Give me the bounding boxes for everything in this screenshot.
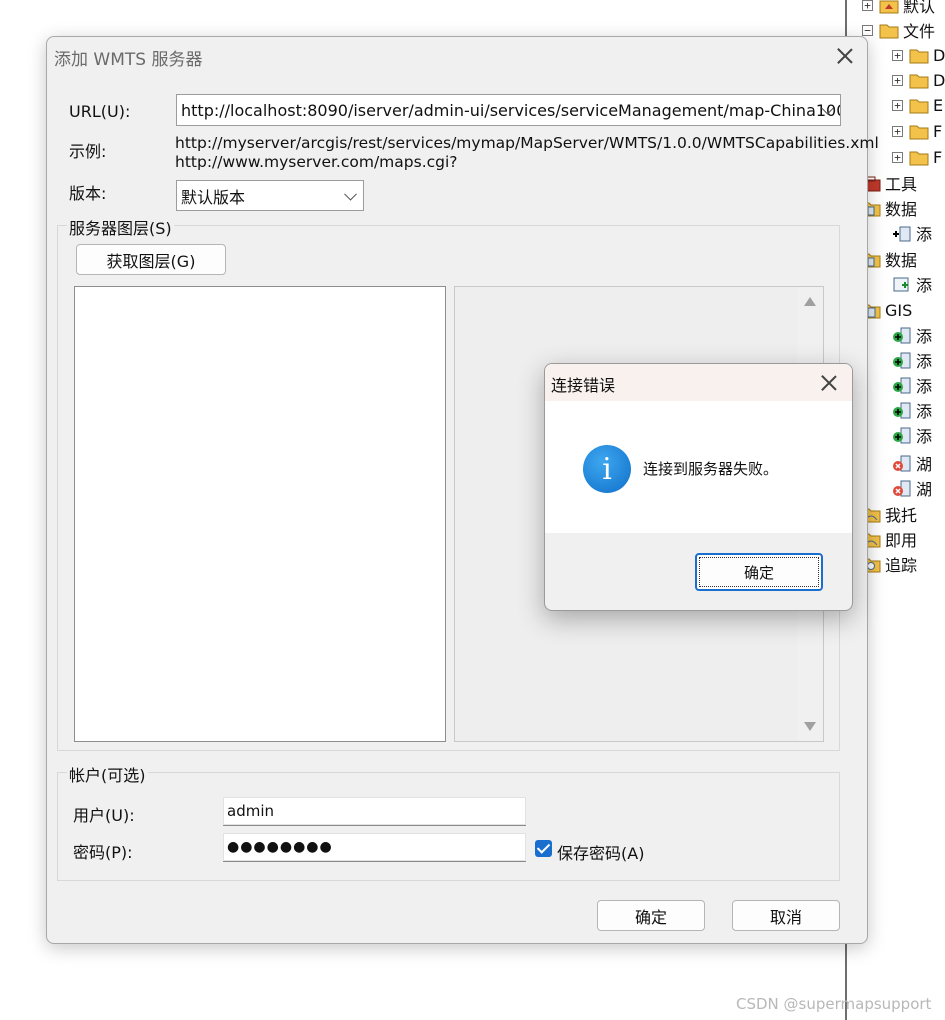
- tree-item[interactable]: + E: [892, 94, 943, 116]
- tree-item[interactable]: + D: [892, 44, 945, 66]
- collapse-icon[interactable]: −: [862, 24, 873, 36]
- tree-item[interactable]: + D: [892, 69, 945, 91]
- tree-item-label: 即用: [885, 531, 918, 550]
- folder-icon: [909, 149, 929, 166]
- user-value: admin: [227, 802, 274, 820]
- ok-button[interactable]: 确定: [597, 900, 705, 931]
- tree-item-label: 添: [916, 427, 933, 446]
- tree-item-label: F: [933, 121, 943, 141]
- folder-icon: [879, 22, 899, 39]
- popup-close-icon[interactable]: [819, 373, 839, 393]
- tree-item[interactable]: + F: [892, 146, 942, 168]
- version-value: 默认版本: [181, 187, 246, 207]
- error-message: 连接到服务器失败。: [643, 460, 779, 478]
- tree-item-label: 我托: [885, 506, 918, 525]
- tree-item[interactable]: 添: [892, 399, 932, 421]
- tree-item-label: D: [933, 70, 945, 90]
- chevron-down-icon[interactable]: [344, 187, 357, 201]
- server-error-icon: [892, 480, 912, 497]
- add-server-icon: [892, 377, 912, 394]
- layer-list[interactable]: [74, 286, 446, 742]
- tree-item-label: GIS: [885, 300, 913, 320]
- tree-item[interactable]: 添: [892, 222, 932, 244]
- url-value: http://localhost:8090/iserver/admin-ui/s…: [181, 100, 841, 120]
- tree-item-label: 湖: [916, 455, 933, 474]
- expand-icon[interactable]: +: [892, 125, 903, 137]
- folder-icon: [909, 123, 929, 140]
- folder-icon: [909, 97, 929, 114]
- tree-item[interactable]: 添: [892, 273, 932, 295]
- user-input[interactable]: admin: [223, 797, 526, 826]
- watermark: CSDN @supermapsupport: [736, 995, 932, 1013]
- tree-item[interactable]: + 默认: [862, 0, 935, 16]
- expand-icon[interactable]: +: [892, 74, 903, 86]
- add-server-icon: [892, 427, 912, 444]
- dialog-title: 添加 WMTS 服务器: [54, 50, 203, 70]
- account-legend: 帐户(可选): [67, 762, 148, 786]
- popup-body: i 连接到服务器失败。: [545, 401, 852, 533]
- home-folder-icon: [879, 0, 899, 14]
- tree-item-label: 文件: [903, 22, 936, 41]
- dialog-close-icon[interactable]: [835, 46, 855, 66]
- example-label: 示例:: [69, 142, 107, 161]
- save-password-label[interactable]: 保存密码(A): [557, 840, 644, 864]
- tree-item-label: 添: [916, 225, 933, 244]
- scroll-down-icon[interactable]: [804, 722, 816, 731]
- tree-item-label: 添: [916, 352, 933, 371]
- server-layers-legend: 服务器图层(S): [67, 215, 174, 239]
- tree-item-label: 湖: [916, 480, 933, 499]
- password-label: 密码(P):: [73, 843, 133, 862]
- tree-item-label: F: [933, 147, 943, 167]
- popup-title: 连接错误: [551, 376, 616, 395]
- add-server-icon: [892, 402, 912, 419]
- tree-item-label: 默认: [903, 0, 936, 16]
- tree-item-label: D: [933, 45, 945, 65]
- server-error-icon: [892, 455, 912, 472]
- popup-ok-button[interactable]: 确定: [695, 553, 823, 591]
- tree-item-label: E: [933, 95, 944, 115]
- save-password-checkbox[interactable]: [535, 840, 552, 857]
- add-database-icon: [892, 225, 912, 242]
- tree-item-label: 数据: [885, 251, 918, 270]
- url-combobox[interactable]: http://localhost:8090/iserver/admin-ui/s…: [176, 94, 841, 126]
- tree-item[interactable]: + F: [892, 120, 942, 142]
- example-url-2: http://www.myserver.com/maps.cgi?: [175, 153, 458, 171]
- password-input[interactable]: ●●●●●●●●: [223, 833, 526, 862]
- tree-item-label: 添: [916, 402, 933, 421]
- folder-icon: [909, 47, 929, 64]
- account-group: [57, 772, 840, 881]
- tree-item[interactable]: 湖: [892, 477, 932, 499]
- tree-item[interactable]: 添: [892, 374, 932, 396]
- tree-item[interactable]: 添: [892, 349, 932, 371]
- password-value: ●●●●●●●●: [227, 839, 333, 855]
- expand-icon[interactable]: +: [892, 151, 903, 163]
- add-connection-icon: [892, 276, 912, 293]
- example-url-1: http://myserver/arcgis/rest/services/mym…: [175, 134, 879, 152]
- tree-item[interactable]: 添: [892, 424, 932, 446]
- tree-item-label: 追踪: [885, 556, 918, 575]
- info-icon: i: [583, 445, 631, 493]
- version-label: 版本:: [69, 184, 107, 203]
- tree-item-label: 添: [916, 276, 933, 295]
- tree-item[interactable]: − 文件: [862, 19, 935, 41]
- add-server-icon: [892, 327, 912, 344]
- get-layers-button[interactable]: 获取图层(G): [76, 244, 226, 275]
- connection-error-dialog: 连接错误 i 连接到服务器失败。 确定: [544, 363, 853, 611]
- add-server-icon: [892, 352, 912, 369]
- tree-item-label: 数据: [885, 200, 918, 219]
- tree-item[interactable]: 湖: [892, 452, 932, 474]
- version-select[interactable]: 默认版本: [176, 180, 364, 211]
- tree-item-label: 工具: [885, 175, 918, 194]
- scroll-up-icon[interactable]: [804, 297, 816, 306]
- tree-item[interactable]: 添: [892, 324, 932, 346]
- user-label: 用户(U):: [73, 806, 135, 825]
- expand-icon[interactable]: +: [892, 49, 903, 61]
- expand-icon[interactable]: +: [862, 0, 873, 11]
- expand-icon[interactable]: +: [892, 99, 903, 111]
- url-label: URL(U):: [69, 102, 131, 121]
- cancel-button[interactable]: 取消: [732, 900, 840, 931]
- tree-item-label: 添: [916, 377, 933, 396]
- folder-icon: [909, 72, 929, 89]
- tree-item-label: 添: [916, 327, 933, 346]
